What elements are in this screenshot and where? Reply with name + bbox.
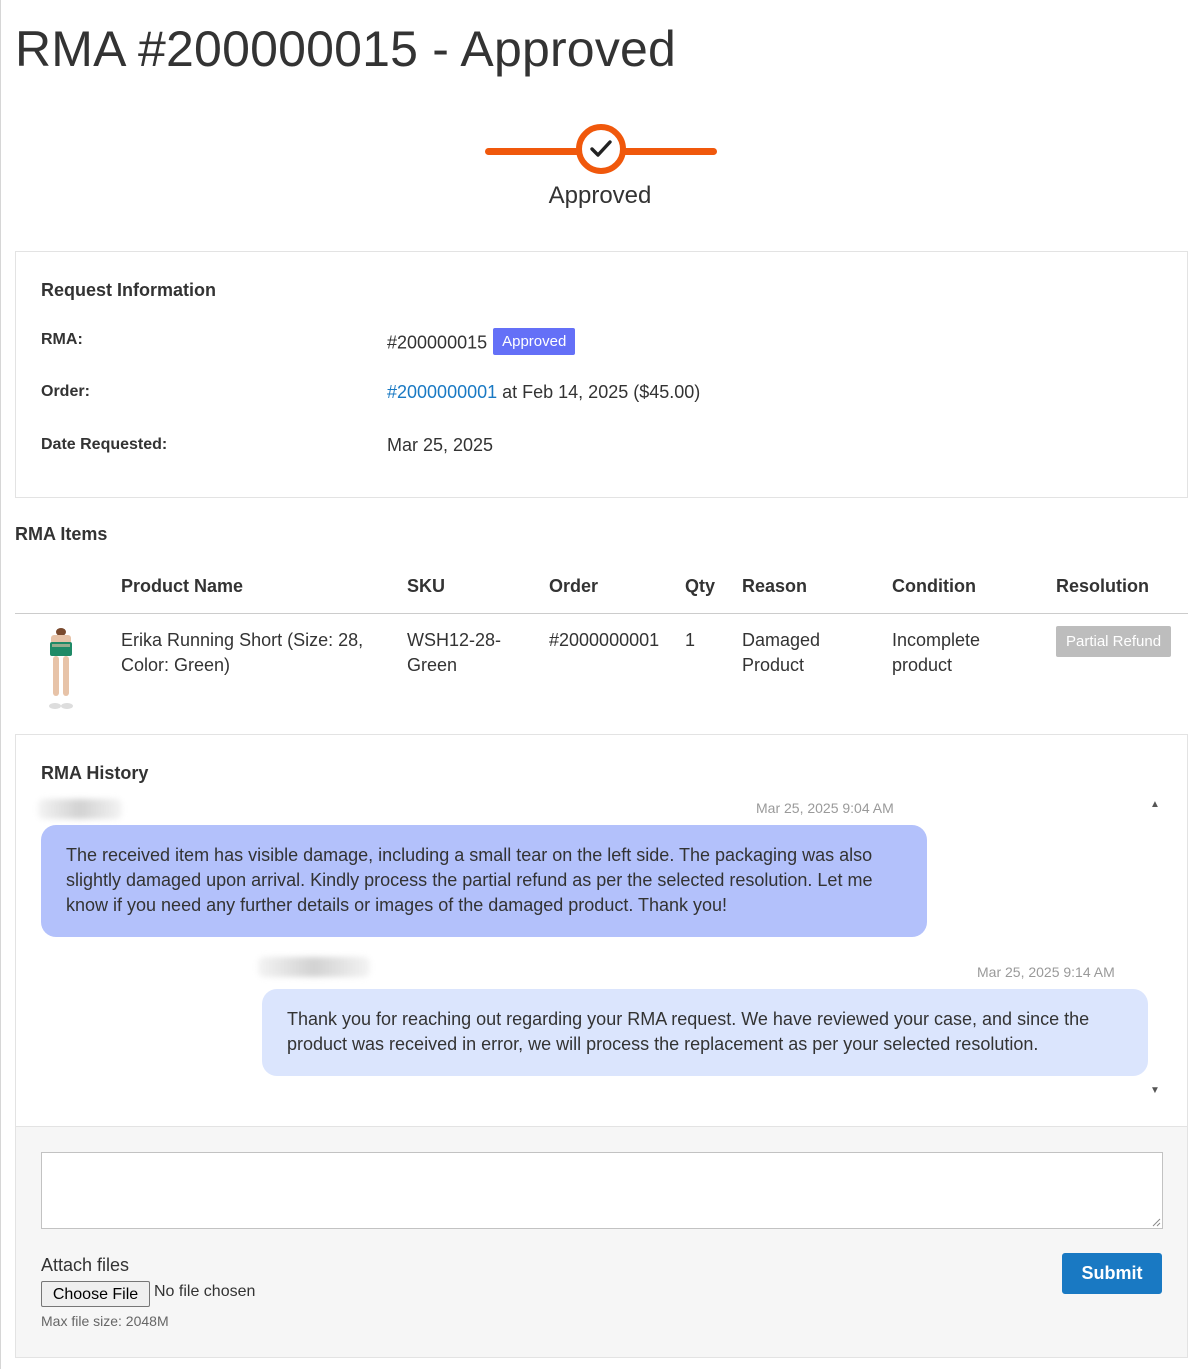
request-information-panel: Request Information RMA: #200000015 Appro… (15, 251, 1188, 498)
order-details: at Feb 14, 2025 ($45.00) (497, 382, 701, 402)
table-header-divider (15, 613, 1188, 614)
order-link[interactable]: #2000000001 (387, 382, 497, 402)
page-title: RMA #200000015 - Approved (15, 21, 677, 77)
rma-items-title: RMA Items (15, 524, 108, 544)
status-progress (485, 124, 717, 180)
rma-label: RMA: (41, 331, 83, 348)
col-condition: Condition (892, 576, 976, 596)
cell-condition: Incomplete product (892, 630, 981, 675)
message-timestamp: Mar 25, 2025 9:14 AM (977, 964, 1115, 980)
rma-history-panel[interactable]: RMA History Mar 25, 2025 9:04 AM The rec… (15, 734, 1188, 1126)
date-requested-value: Mar 25, 2025 (387, 435, 494, 455)
cell-reason: Damaged Product (742, 630, 821, 675)
rma-history-title: RMA History (41, 763, 149, 783)
admin-name-redacted (258, 957, 370, 977)
scroll-up-arrow-icon[interactable]: ▲ (1150, 799, 1160, 810)
max-file-size-note: Max file size: 2048M (41, 1313, 169, 1329)
col-qty: Qty (685, 576, 716, 596)
request-information-title: Request Information (41, 280, 217, 300)
cell-order: #2000000001 (549, 630, 660, 650)
progress-step-circle (576, 124, 626, 174)
col-product-name: Product Name (121, 576, 244, 596)
checkmark-icon (590, 140, 612, 157)
page-left-border (0, 0, 1, 1369)
order-value: #2000000001 at Feb 14, 2025 ($45.00) (387, 382, 700, 403)
progress-status-label: Approved (548, 182, 652, 209)
col-reason: Reason (742, 576, 808, 596)
submit-button[interactable]: Submit (1062, 1253, 1162, 1294)
status-badge: Approved (493, 328, 576, 355)
rma-value: #200000015 Approved (387, 328, 576, 357)
order-label: Order: (41, 383, 90, 400)
col-order: Order (549, 576, 599, 596)
date-requested-label: Date Requested: (41, 436, 168, 453)
col-sku: SKU (407, 576, 446, 596)
col-resolution: Resolution (1056, 576, 1149, 596)
choose-file-button[interactable]: Choose File (41, 1281, 150, 1307)
product-image (49, 628, 73, 709)
message-textarea[interactable] (41, 1152, 1163, 1229)
cell-sku: WSH12-28-Green (407, 630, 502, 675)
rma-number: #200000015 (387, 332, 488, 353)
no-file-chosen-text: No file chosen (154, 1283, 256, 1300)
customer-message-bubble: The received item has visible damage, in… (41, 825, 927, 937)
reply-form: Attach files Choose File No file chosen … (15, 1126, 1188, 1358)
cell-product-name: Erika Running Short (Size: 28, Color: Gr… (121, 630, 364, 675)
customer-name-redacted (38, 799, 122, 819)
scroll-down-arrow-icon[interactable]: ▼ (1150, 1085, 1160, 1096)
attach-files-label: Attach files (41, 1255, 130, 1275)
resize-handle-icon[interactable] (1151, 1217, 1161, 1227)
resolution-badge: Partial Refund (1056, 626, 1172, 657)
cell-resolution: Partial Refund (1056, 626, 1172, 657)
message-timestamp: Mar 25, 2025 9:04 AM (756, 800, 894, 816)
cell-qty: 1 (685, 630, 696, 650)
admin-message-bubble: Thank you for reaching out regarding you… (262, 989, 1148, 1076)
